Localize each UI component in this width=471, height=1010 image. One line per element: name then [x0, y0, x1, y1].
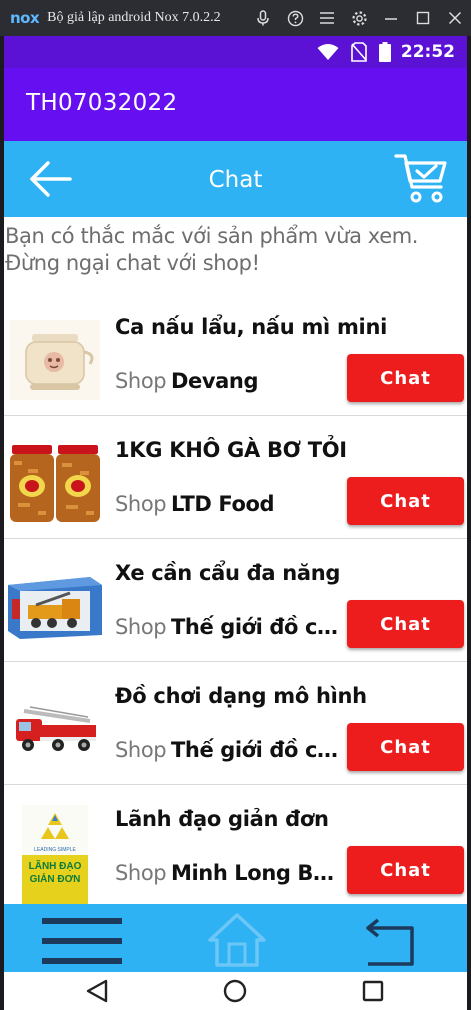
book-title-line2: GIẢN ĐƠN	[30, 872, 81, 885]
minimize-icon[interactable]	[381, 8, 401, 28]
back-triangle-icon[interactable]	[84, 978, 110, 1004]
shop-label: Shop	[115, 369, 167, 393]
return-icon[interactable]	[362, 916, 418, 968]
shop-label: Shop	[115, 738, 167, 762]
wifi-icon	[317, 43, 339, 66]
app-bar: TH07032022	[4, 68, 467, 141]
cooker-image	[6, 315, 104, 405]
chat-button[interactable]: Chat	[347, 846, 464, 894]
status-icons	[317, 42, 391, 67]
list-item: 1KG KHÔ GÀ BƠ TỎI Shop LTD Food Chat	[4, 416, 467, 539]
battery-icon	[379, 42, 391, 67]
microphone-icon[interactable]	[253, 8, 273, 28]
chat-button[interactable]: Chat	[347, 354, 464, 402]
cart-button[interactable]	[393, 151, 449, 207]
app-title: TH07032022	[26, 90, 178, 116]
system-navigation	[4, 972, 467, 1010]
shop-name: LTD Food	[171, 492, 275, 516]
chat-button[interactable]: Chat	[347, 723, 464, 771]
book-cover-image: LEADING SIMPLE LÃNH ĐẠO GIẢN ĐƠN	[6, 805, 104, 905]
phone-screen: 22:52 TH07032022 Chat Bạn có thắc mắc vớ…	[4, 36, 467, 1010]
no-sim-icon	[351, 42, 367, 67]
home-circle-icon[interactable]	[222, 978, 248, 1004]
product-name[interactable]: Ca nấu lẩu, nấu mì mini	[115, 315, 387, 339]
close-icon[interactable]	[445, 8, 465, 28]
shop-label: Shop	[115, 861, 167, 885]
crane-truck-box-image	[6, 561, 104, 651]
book-title-line1: LÃNH ĐẠO	[29, 859, 82, 872]
recents-square-icon[interactable]	[361, 979, 385, 1003]
shop-label: Shop	[115, 492, 167, 516]
shop-name: Thế giới đồ chơi	[171, 738, 346, 762]
product-name[interactable]: Đồ chơi dạng mô hình	[115, 684, 367, 708]
home-icon[interactable]	[207, 912, 267, 968]
maximize-icon[interactable]	[413, 8, 433, 28]
shop-name: Thế giới đồ chơi	[171, 615, 346, 639]
chat-button[interactable]: Chat	[347, 600, 464, 648]
fire-truck-image	[6, 684, 104, 774]
emulator-controls	[253, 0, 465, 36]
list-item: Đồ chơi dạng mô hình Shop Thế giới đồ ch…	[4, 662, 467, 785]
shop-name: Devang	[171, 369, 259, 393]
chat-button[interactable]: Chat	[347, 477, 464, 525]
shop-name: Minh Long Book	[171, 861, 346, 885]
list-item: LEADING SIMPLE LÃNH ĐẠO GIẢN ĐƠN Lãnh đạ…	[4, 785, 467, 908]
emulator-title: Bộ giả lập android Nox 7.0.2.2	[47, 10, 221, 25]
intro-text: Bạn có thắc mắc với sản phẩm vừa xem. Đừ…	[5, 224, 419, 275]
help-icon[interactable]	[285, 8, 305, 28]
chat-toolbar: Chat	[4, 141, 467, 217]
cart-check-icon	[394, 154, 447, 203]
list-item: Ca nấu lẩu, nấu mì mini Shop Devang Chat	[4, 293, 467, 416]
menu-icon[interactable]	[40, 916, 124, 968]
status-time: 22:52	[400, 42, 455, 62]
status-bar: 22:52	[4, 36, 467, 68]
product-name[interactable]: Xe cần cẩu đa năng	[115, 561, 340, 585]
product-list: Ca nấu lẩu, nấu mì mini Shop Devang Chat	[4, 293, 467, 908]
product-name[interactable]: Lãnh đạo giản đơn	[115, 807, 329, 831]
product-name[interactable]: 1KG KHÔ GÀ BƠ TỎI	[115, 438, 347, 462]
shop-label: Shop	[115, 615, 167, 639]
list-item: Xe cần cẩu đa năng Shop Thế giới đồ chơi…	[4, 539, 467, 662]
nox-logo: nox	[10, 9, 40, 27]
bottom-navigation	[4, 904, 467, 972]
menu-icon[interactable]	[317, 8, 337, 28]
settings-icon[interactable]	[349, 8, 369, 28]
dried-chicken-jars-image	[6, 438, 104, 528]
book-tagline: LEADING SIMPLE	[34, 847, 76, 853]
emulator-title-bar: nox Bộ giả lập android Nox 7.0.2.2	[0, 0, 471, 36]
